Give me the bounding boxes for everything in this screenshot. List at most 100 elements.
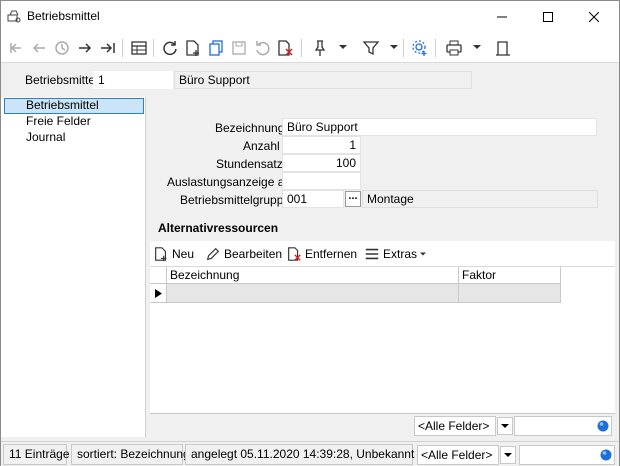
grid-filter-field-select[interactable]: <Alle Felder> bbox=[414, 416, 496, 436]
delete-button[interactable] bbox=[274, 37, 296, 59]
chevron-down-icon bbox=[504, 453, 512, 457]
grid-filter-dropdown-button[interactable] bbox=[497, 417, 513, 435]
navigation-panel: Betriebsmittel Freie Felder Journal bbox=[1, 97, 146, 437]
main-toolbar bbox=[1, 33, 619, 63]
row-header-corner bbox=[150, 267, 167, 284]
anzahl-field[interactable]: 1 bbox=[282, 136, 361, 154]
chevron-down-icon bbox=[501, 424, 509, 428]
delete-icon bbox=[288, 247, 301, 261]
app-icon bbox=[7, 10, 21, 23]
copy-button[interactable] bbox=[205, 37, 227, 59]
minimize-icon bbox=[497, 16, 507, 18]
status-filter-field-select[interactable]: <Alle Felder> bbox=[417, 445, 499, 465]
betriebsmittel-label: Betriebsmittel bbox=[25, 73, 98, 87]
bezeichnung-label: Bezeichnung bbox=[215, 121, 285, 135]
exit-button[interactable] bbox=[492, 37, 514, 59]
toolbar-separator bbox=[153, 39, 154, 57]
undo-button[interactable] bbox=[251, 37, 273, 59]
neu-button[interactable]: Neu bbox=[153, 245, 194, 263]
settings-button[interactable] bbox=[409, 37, 431, 59]
history-icon bbox=[55, 41, 69, 55]
nav-item-journal[interactable]: Journal bbox=[4, 130, 144, 146]
next-record-icon bbox=[79, 43, 92, 53]
save-icon bbox=[232, 41, 246, 55]
last-record-button[interactable] bbox=[97, 37, 119, 59]
toolbar-separator bbox=[301, 39, 302, 57]
previous-record-button[interactable] bbox=[28, 37, 50, 59]
refresh-icon bbox=[163, 41, 177, 56]
minimize-button[interactable] bbox=[479, 1, 525, 33]
search-globe-icon[interactable] bbox=[600, 449, 612, 461]
maximize-icon bbox=[543, 12, 553, 22]
pencil-icon bbox=[206, 247, 220, 261]
betriebsmittel-id-field[interactable]: 1 bbox=[93, 71, 173, 89]
application-window: Betriebsmittel Betriebsmittel 1 Büro Sup… bbox=[0, 0, 620, 466]
maximize-button[interactable] bbox=[525, 1, 571, 33]
bearbeiten-button[interactable]: Bearbeiten bbox=[205, 245, 282, 263]
alternativressourcen-heading: Alternativressourcen bbox=[158, 221, 279, 235]
menu-icon bbox=[365, 248, 379, 260]
print-icon bbox=[446, 40, 462, 56]
nav-item-freie-felder[interactable]: Freie Felder bbox=[4, 114, 144, 130]
table-view-button[interactable] bbox=[128, 37, 150, 59]
auslastung-label: Auslastungsanzeige ab bbox=[167, 175, 292, 189]
grid-search-input[interactable] bbox=[514, 416, 612, 436]
pin-button[interactable] bbox=[309, 37, 331, 59]
first-record-button[interactable] bbox=[5, 37, 27, 59]
title-bar: Betriebsmittel bbox=[1, 1, 619, 33]
record-header: Betriebsmittel 1 Büro Support bbox=[1, 63, 619, 97]
chevron-down-icon[interactable] bbox=[390, 43, 398, 51]
toolbar-separator bbox=[435, 39, 436, 57]
refresh-button[interactable] bbox=[159, 37, 181, 59]
entfernen-label: Entfernen bbox=[305, 247, 358, 261]
table-cell-bezeichnung[interactable] bbox=[167, 284, 459, 303]
new-document-icon bbox=[186, 40, 199, 56]
stundensatz-label: Stundensatz bbox=[216, 157, 283, 171]
close-button[interactable] bbox=[571, 1, 617, 33]
filter-icon bbox=[362, 41, 380, 56]
toolbar-separator bbox=[403, 39, 404, 57]
first-record-icon bbox=[10, 43, 21, 53]
filter-button[interactable] bbox=[360, 37, 382, 59]
delete-icon bbox=[278, 40, 293, 56]
chevron-down-icon[interactable] bbox=[473, 43, 481, 51]
status-filter-dropdown-button[interactable] bbox=[500, 446, 516, 464]
nav-item-betriebsmittel[interactable]: Betriebsmittel bbox=[4, 98, 144, 114]
pin-icon bbox=[314, 40, 326, 56]
row-pointer-icon bbox=[154, 288, 162, 298]
sort-info: sortiert: Bezeichnung bbox=[71, 444, 190, 465]
next-record-button[interactable] bbox=[74, 37, 96, 59]
chevron-down-icon[interactable] bbox=[339, 43, 347, 51]
extras-label: Extras bbox=[383, 247, 418, 261]
save-button[interactable] bbox=[228, 37, 250, 59]
new-document-icon bbox=[155, 247, 167, 262]
new-document-button[interactable] bbox=[182, 37, 204, 59]
betriebsmittelgruppe-lookup-button[interactable]: ... bbox=[345, 191, 361, 207]
table-view-icon bbox=[131, 41, 147, 55]
table-cell-faktor[interactable] bbox=[459, 284, 561, 303]
toolbar-separator bbox=[122, 39, 123, 57]
auslastung-field[interactable] bbox=[282, 172, 361, 190]
previous-record-icon bbox=[32, 43, 45, 53]
betriebsmittelgruppe-field[interactable]: 001 bbox=[282, 190, 344, 208]
extras-button[interactable]: Extras bbox=[364, 245, 427, 263]
row-indicator[interactable] bbox=[150, 284, 167, 303]
exit-icon bbox=[496, 41, 510, 56]
settings-icon bbox=[412, 40, 427, 56]
status-search-input[interactable] bbox=[519, 445, 615, 465]
print-button[interactable] bbox=[443, 37, 465, 59]
copy-icon bbox=[209, 40, 223, 56]
bezeichnung-field[interactable]: Büro Support bbox=[282, 118, 597, 136]
window-title: Betriebsmittel bbox=[27, 9, 100, 23]
bearbeiten-label: Bearbeiten bbox=[224, 247, 283, 261]
column-header-bezeichnung[interactable]: Bezeichnung bbox=[167, 267, 459, 284]
column-header-faktor[interactable]: Faktor bbox=[459, 267, 561, 284]
stundensatz-field[interactable]: 100 bbox=[282, 154, 361, 172]
history-button[interactable] bbox=[51, 37, 73, 59]
betriebsmittelgruppe-name-display: Montage bbox=[362, 190, 598, 208]
alternativ-toolbar: Neu Bearbeiten Entfernen Extras bbox=[150, 241, 615, 267]
search-globe-icon[interactable] bbox=[597, 420, 609, 432]
entfernen-button[interactable]: Entfernen bbox=[286, 245, 357, 263]
alternativ-grid: Bezeichnung Faktor bbox=[150, 267, 615, 413]
last-record-icon bbox=[101, 43, 115, 53]
